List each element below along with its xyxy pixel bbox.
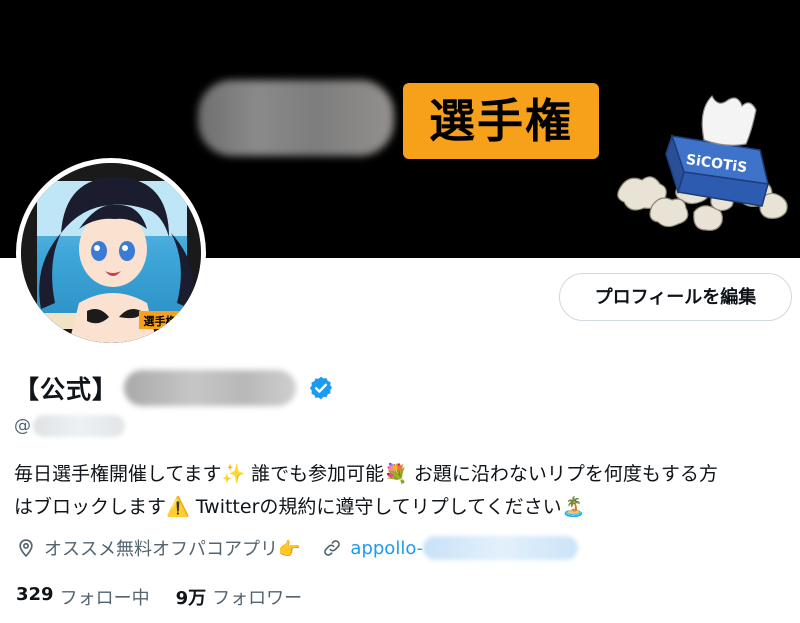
banner-title-tag: 選手権 [403, 83, 599, 159]
display-name-prefix: 【公式】 [14, 375, 119, 404]
display-name: 【公式】 [14, 368, 334, 408]
edit-profile-button[interactable]: プロフィールを編集 [559, 273, 792, 321]
following-link[interactable]: 329 フォロー中 [16, 584, 150, 610]
followers-label: フォロワー [212, 588, 303, 609]
followers-link[interactable]: 9万 フォロワー [176, 584, 303, 610]
location-text: オススメ無料オフパコアプリ👉 [44, 539, 301, 560]
redacted-link [423, 536, 579, 560]
followers-count: 9万 [175, 588, 207, 609]
redacted-banner-text [198, 80, 394, 156]
link-icon [324, 540, 341, 556]
user-handle: @ [14, 412, 125, 440]
profile-avatar[interactable]: 選手権 [16, 158, 206, 348]
handle-at-sign: @ [14, 416, 31, 436]
redacted-display-name [124, 370, 297, 406]
profile-meta: オススメ無料オフパコアプリ👉 appollo- [16, 533, 579, 563]
bio-line-2: はブロックします⚠️ Twitterの規約に遵守してリプしてください🏝️ [14, 496, 586, 518]
avatar-badge-text: 選手権 [144, 314, 177, 328]
location-pin-icon [19, 539, 33, 558]
verified-badge-icon[interactable] [308, 375, 334, 401]
follow-stats: 329 フォロー中 9万 フォロワー [16, 582, 302, 612]
tissue-box-illustration: SiCOTiS [617, 94, 788, 231]
profile-bio: 毎日選手権開催してます✨ 誰でも参加可能💐 お題に沿わないリプを何度もする方 は… [14, 458, 794, 524]
redacted-handle [33, 415, 125, 437]
following-count: 329 [16, 584, 54, 605]
following-label: フォロー中 [59, 588, 150, 609]
bio-line-1: 毎日選手権開催してます✨ 誰でも参加可能💐 お題に沿わないリプを何度もする方 [14, 463, 718, 485]
profile-website-link[interactable]: appollo- [350, 538, 423, 559]
